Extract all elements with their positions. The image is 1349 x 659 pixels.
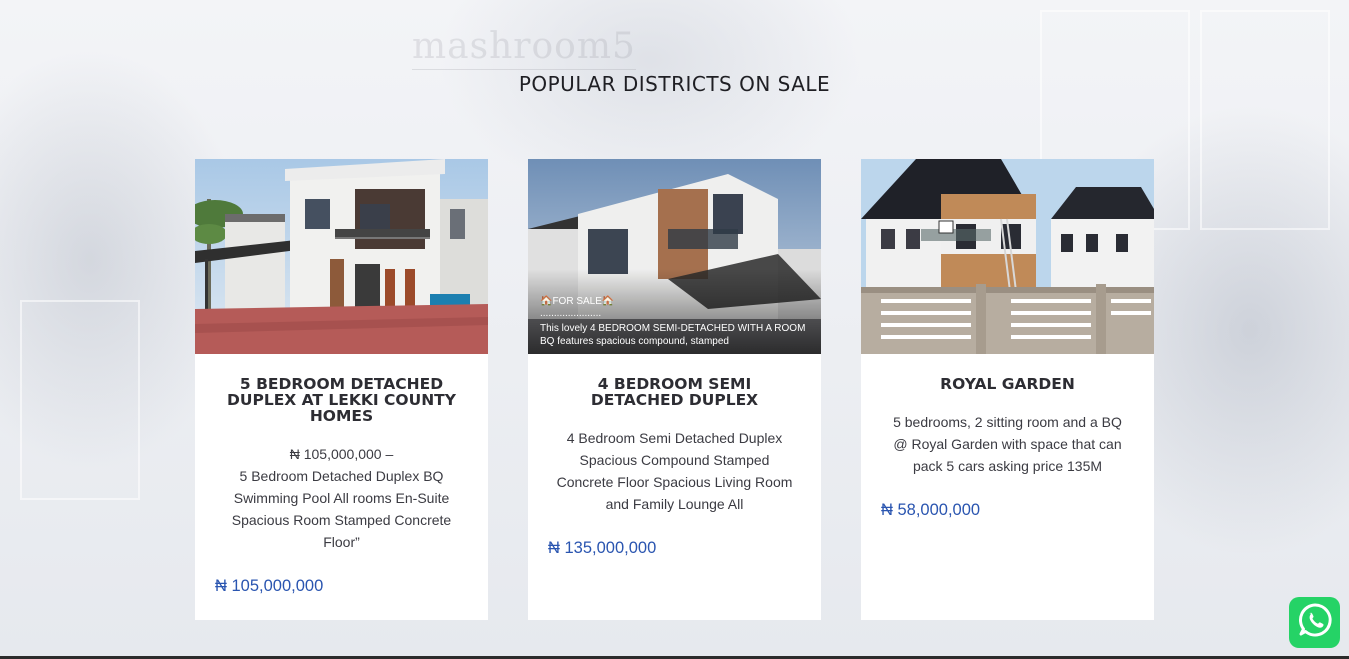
property-description-text: 5 Bedroom Detached Duplex BQ Swimming Po… [231,468,452,550]
background-watermark: mashroom5 [412,26,636,70]
property-price: ₦ 135,000,000 [548,539,657,557]
image-caption-tag: 🏠FOR SALE🏠 [540,295,614,307]
property-image[interactable]: 🏠FOR SALE🏠 ...................... This l… [528,159,821,354]
image-caption-text: This lovely 4 BEDROOM SEMI-DETACHED WITH… [540,323,806,347]
whatsapp-icon [1296,601,1334,644]
property-title[interactable]: 4 BEDROOM SEMI DETACHED DUPLEX [550,376,799,408]
property-price: ₦ 58,000,000 [881,501,981,519]
property-image[interactable] [861,159,1154,354]
image-caption-dots: ...................... [540,308,601,319]
whatsapp-chat-button[interactable] [1289,597,1340,648]
property-card[interactable]: 5 BEDROOM DETACHED DUPLEX AT LEKKI COUNT… [195,159,488,620]
property-price: ₦ 105,000,000 [215,577,324,595]
property-card[interactable]: 🏠FOR SALE🏠 ...................... This l… [528,159,821,620]
property-description: ₦ 105,000,000 – 5 Bedroom Detached Duple… [219,443,464,553]
property-image[interactable] [195,159,488,354]
property-description: 4 Bedroom Semi Detached Duplex Spacious … [556,430,793,512]
background-window [20,300,140,500]
property-price-range: ₦ 105,000,000 – [289,446,394,462]
property-title[interactable]: 5 BEDROOM DETACHED DUPLEX AT LEKKI COUNT… [217,376,466,424]
property-description: 5 bedrooms, 2 sitting room and a BQ @ Ro… [893,414,1122,474]
background-window [1200,10,1330,230]
section-title: POPULAR DISTRICTS ON SALE [518,72,831,96]
property-title[interactable]: ROYAL GARDEN [883,376,1132,392]
property-card[interactable]: ROYAL GARDEN 5 bedrooms, 2 sitting room … [861,159,1154,620]
